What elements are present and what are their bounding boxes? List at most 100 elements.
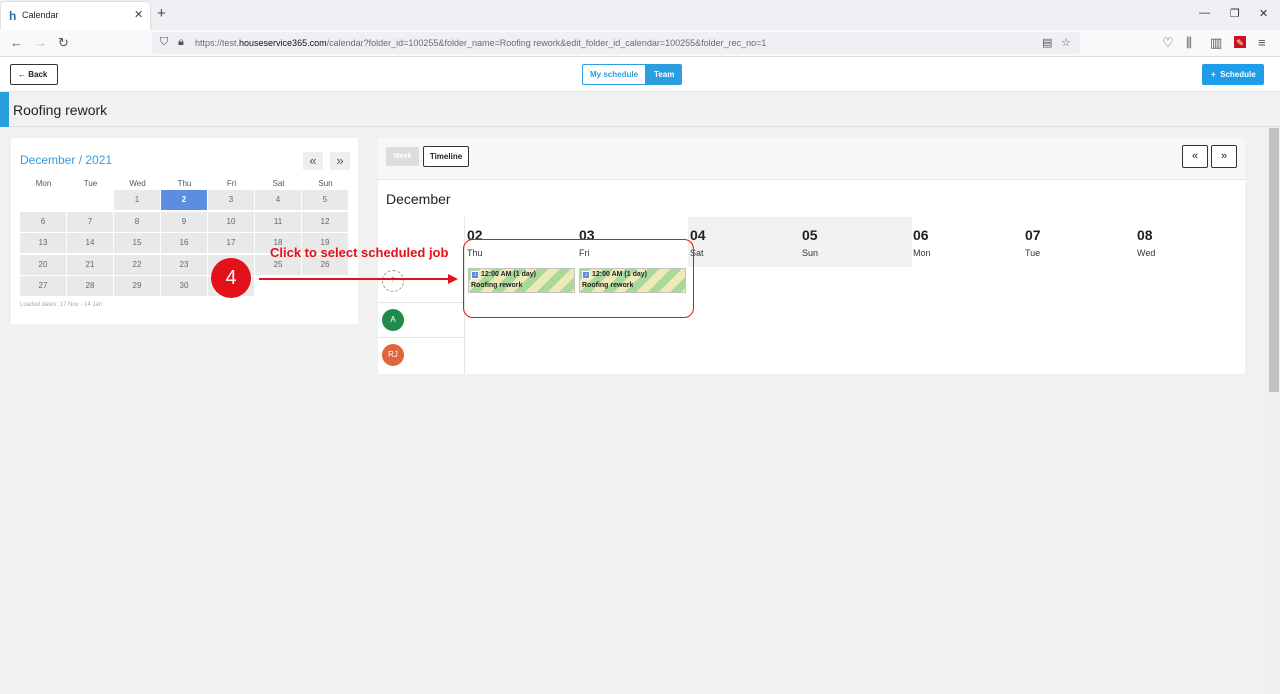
day-name: Mon [913, 248, 931, 258]
lock-icon[interactable]: 🔒︎ [178, 36, 184, 49]
day-name: Wed [1137, 248, 1156, 258]
mini-calendar-day[interactable]: 7 [67, 211, 113, 232]
page-title-bar: Roofing rework [0, 92, 1280, 127]
mini-calendar-day[interactable]: 6 [20, 211, 66, 232]
mini-calendar-day[interactable]: 11 [255, 211, 301, 232]
back-button[interactable]: ← Back [10, 64, 58, 85]
mini-calendar-title: December / 2021 [20, 153, 113, 167]
extension-icon[interactable]: ✎ [1234, 36, 1246, 48]
day-number: 04 [690, 227, 706, 243]
day-number: 06 [913, 227, 929, 243]
day-name: Tue [1025, 248, 1041, 258]
weekday-header: Sun [318, 179, 333, 188]
pocket-icon[interactable]: ♡ [1162, 36, 1174, 50]
team-button[interactable]: Team [646, 64, 683, 85]
weekday-header: Fri [226, 179, 237, 188]
my-schedule-button[interactable]: My schedule [582, 64, 647, 85]
page-scrollbar[interactable] [1268, 127, 1280, 694]
mini-calendar-day[interactable]: 23 [161, 254, 207, 275]
mini-calendar-day[interactable]: 14 [67, 233, 113, 253]
annotation-step-badge: 4 [211, 258, 251, 298]
browser-tab[interactable]: h Calendar ✕ [1, 2, 150, 30]
scheduler-toolbar: Week Timeline « » [378, 138, 1245, 180]
bookmark-star-icon[interactable]: ☆ [1061, 36, 1071, 49]
shield-icon[interactable]: ⛉ [160, 36, 168, 49]
mini-calendar-day[interactable]: 21 [67, 254, 113, 275]
mini-calendar-day[interactable]: 15 [114, 233, 160, 253]
month-label: December [386, 191, 451, 207]
weekday-header: Wed [129, 179, 146, 188]
mini-calendar-day[interactable]: 2 [161, 190, 207, 210]
annotation-text: Click to select scheduled job [270, 245, 449, 260]
mini-calendar-day[interactable]: 30 [161, 276, 207, 296]
mini-calendar-day[interactable]: 22 [114, 254, 160, 275]
loaded-dates-label: Loaded dates: 17 Nov - 14 Jan [20, 302, 103, 308]
mini-calendar-day[interactable]: 29 [114, 276, 160, 296]
day-header[interactable]: 08 Wed [1135, 217, 1247, 267]
next-week-button[interactable]: » [1211, 145, 1237, 168]
next-month-button[interactable]: » [330, 152, 350, 170]
close-window-icon[interactable]: ✕ [1259, 7, 1268, 20]
day-header[interactable]: 07 Tue [1023, 217, 1135, 267]
timeline-view-button[interactable]: Timeline [423, 146, 469, 167]
address-bar[interactable]: ⛉ 🔒︎ https://test.houseservice365.com/ca… [152, 32, 1080, 54]
week-view-button[interactable]: Week [386, 147, 419, 166]
mini-calendar-day[interactable]: 9 [161, 211, 207, 232]
minimize-window-icon[interactable]: — [1199, 7, 1210, 19]
mini-calendar-day[interactable]: 1 [114, 190, 160, 210]
mini-calendar-day[interactable]: 27 [20, 276, 66, 296]
mini-calendar-day[interactable]: 17 [208, 233, 254, 253]
mini-calendar-day[interactable]: 8 [114, 211, 160, 232]
mini-calendar-day[interactable]: 10 [208, 211, 254, 232]
avatar[interactable]: RJ [382, 344, 404, 366]
reload-icon[interactable]: ↻ [58, 36, 69, 50]
mini-calendar-day[interactable]: 16 [161, 233, 207, 253]
mini-calendar-day[interactable]: 20 [20, 254, 66, 275]
row-divider [378, 337, 465, 338]
prev-month-button[interactable]: « [303, 152, 323, 170]
library-icon[interactable]: ⫼ [1186, 36, 1192, 50]
close-tab-icon[interactable]: ✕ [134, 8, 143, 21]
app-header: ← Back My schedule Team + Schedule [0, 57, 1280, 92]
new-tab-icon[interactable]: + [157, 5, 166, 22]
day-number: 08 [1137, 227, 1153, 243]
day-header[interactable]: 05 Sun [800, 217, 912, 267]
schedule-toggle: My schedule Team [582, 64, 683, 85]
mini-calendar: December / 2021 « » Loaded dates: 17 Nov… [11, 138, 358, 324]
site-favicon-icon: h [9, 9, 17, 23]
prev-week-button[interactable]: « [1182, 145, 1208, 168]
day-header[interactable]: 06 Mon [911, 217, 1023, 267]
mini-calendar-day[interactable]: 28 [67, 276, 113, 296]
day-number: 07 [1025, 227, 1041, 243]
restore-window-icon[interactable]: ❐ [1230, 7, 1240, 20]
weekday-header: Sat [272, 179, 285, 188]
browser-nav-bar: ← → ↻ ⛉ 🔒︎ https://test.houseservice365.… [0, 30, 1280, 57]
annotation-highlight-box [463, 239, 694, 318]
mini-calendar-day[interactable]: 5 [302, 190, 348, 210]
mini-calendar-day[interactable]: 4 [255, 190, 301, 210]
row-divider [378, 302, 465, 303]
mini-calendar-day[interactable]: 12 [302, 211, 348, 232]
back-label: Back [28, 70, 48, 79]
add-schedule-button[interactable]: + Schedule [1202, 64, 1264, 85]
day-header[interactable]: 04 Sat [688, 217, 800, 267]
title-accent [0, 92, 9, 127]
avatar[interactable]: A [382, 309, 404, 331]
day-name: Sun [802, 248, 819, 258]
browser-tab-bar: h Calendar ✕ + — ❐ ✕ [0, 0, 1280, 30]
scrollbar-thumb[interactable] [1269, 128, 1279, 392]
page-title: Roofing rework [13, 102, 108, 118]
forward-arrow-icon[interactable]: → [34, 36, 47, 50]
sidebar-icon[interactable]: ▥ [1210, 36, 1222, 50]
weekday-header: Tue [83, 179, 98, 188]
mini-calendar-day[interactable]: 13 [20, 233, 66, 253]
menu-icon[interactable]: ≡ [1258, 36, 1266, 50]
resource-column: ? A RJ [378, 217, 465, 374]
schedule-label: Schedule [1220, 70, 1256, 79]
mini-calendar-day[interactable]: 3 [208, 190, 254, 210]
weekday-header: Mon [35, 179, 52, 188]
reader-view-icon[interactable]: ▤ [1042, 36, 1052, 49]
annotation-arrow-icon [259, 274, 458, 284]
back-arrow-icon[interactable]: ← [10, 36, 23, 50]
url-text[interactable]: https://test.houseservice365.com/calenda… [195, 38, 766, 48]
